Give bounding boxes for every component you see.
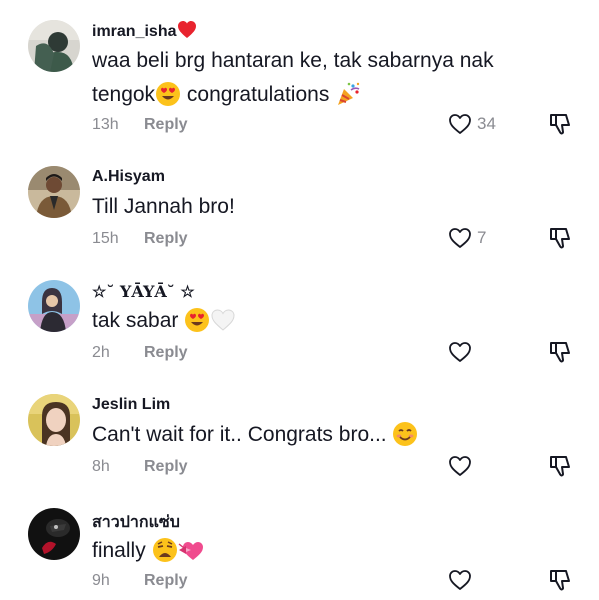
comment-text-part: finally [92,539,146,562]
comment-text-part: tak sabar [92,309,179,332]
avatar[interactable] [28,280,80,332]
thumbs-down-icon [550,342,570,363]
comment-text: Till Jannah bro! [92,195,235,218]
dislike-button[interactable] [548,112,572,136]
thumbs-down-icon [550,114,570,135]
weary-face-icon [152,537,178,574]
thumbs-down-icon [550,228,570,249]
avatar[interactable] [28,20,80,72]
comment-username[interactable]: imran_isha [92,20,197,45]
comment-time: 8h [92,458,110,475]
dislike-button[interactable] [548,340,572,364]
reply-button[interactable]: Reply [144,572,188,589]
comment-text-part: Can't wait for it.. Congrats bro... [92,423,387,446]
comment-meta: 2h Reply [92,344,188,362]
heart-outline-icon [449,342,471,362]
comment-time: 2h [92,344,110,361]
dislike-button[interactable] [548,226,572,250]
avatar[interactable] [28,508,80,560]
comment-text-line: waa beli brg hantaran ke, tak sabarnya n… [92,49,494,72]
comment-text-part: tengok [92,83,156,106]
reply-button[interactable]: Reply [144,458,188,475]
like-button[interactable]: 7 [448,226,486,250]
reply-button[interactable]: Reply [144,344,188,361]
heart-outline-icon [449,570,471,590]
party-popper-icon [335,81,361,118]
comment-meta: 13h Reply [92,116,188,134]
dislike-button[interactable] [548,568,572,592]
comment-time: 15h [92,230,119,247]
comment-username[interactable]: สาวปากแซ่บ [92,510,180,535]
like-button[interactable] [448,568,472,592]
heart-eyes-emoji-icon [184,307,210,344]
comment-text-part: congratulations [181,83,330,106]
red-heart-icon [177,20,197,45]
heart-outline-icon [449,456,471,476]
heart-with-ribbon-icon [178,537,204,574]
avatar[interactable] [28,394,80,446]
avatar[interactable] [28,166,80,218]
comment-text: Can't wait for it.. Congrats bro... [92,418,562,458]
white-heart-icon [210,307,236,344]
like-count: 7 [477,228,487,247]
comment-text: tak sabar [92,304,562,344]
like-button[interactable] [448,340,472,364]
heart-outline-icon [449,114,471,134]
heart-outline-icon [449,228,471,248]
comment-username[interactable]: Jeslin Lim [92,396,170,414]
reply-button[interactable]: Reply [144,230,188,247]
comment-meta: 8h Reply [92,458,188,476]
comment-meta: 9h Reply [92,572,188,590]
comment-time: 9h [92,572,110,589]
comment-time: 13h [92,116,119,133]
thumbs-down-icon [550,456,570,477]
smiling-face-icon [392,421,418,458]
comment-text: finally [92,534,562,574]
like-button[interactable]: 34 [448,112,496,136]
like-button[interactable] [448,454,472,478]
like-count: 34 [477,114,496,133]
username-text: imran_isha [92,23,177,40]
comment-text: waa beli brg hantaran ke, tak sabarnya n… [92,44,562,118]
reply-button[interactable]: Reply [144,116,188,133]
comment-username[interactable]: ☆˘ YĀYĀ˘ ☆ [92,282,195,301]
heart-eyes-emoji-icon [155,81,181,118]
comment-meta: 15h Reply [92,230,188,248]
dislike-button[interactable] [548,454,572,478]
thumbs-down-icon [550,570,570,591]
comment-username[interactable]: A.Hisyam [92,168,165,186]
